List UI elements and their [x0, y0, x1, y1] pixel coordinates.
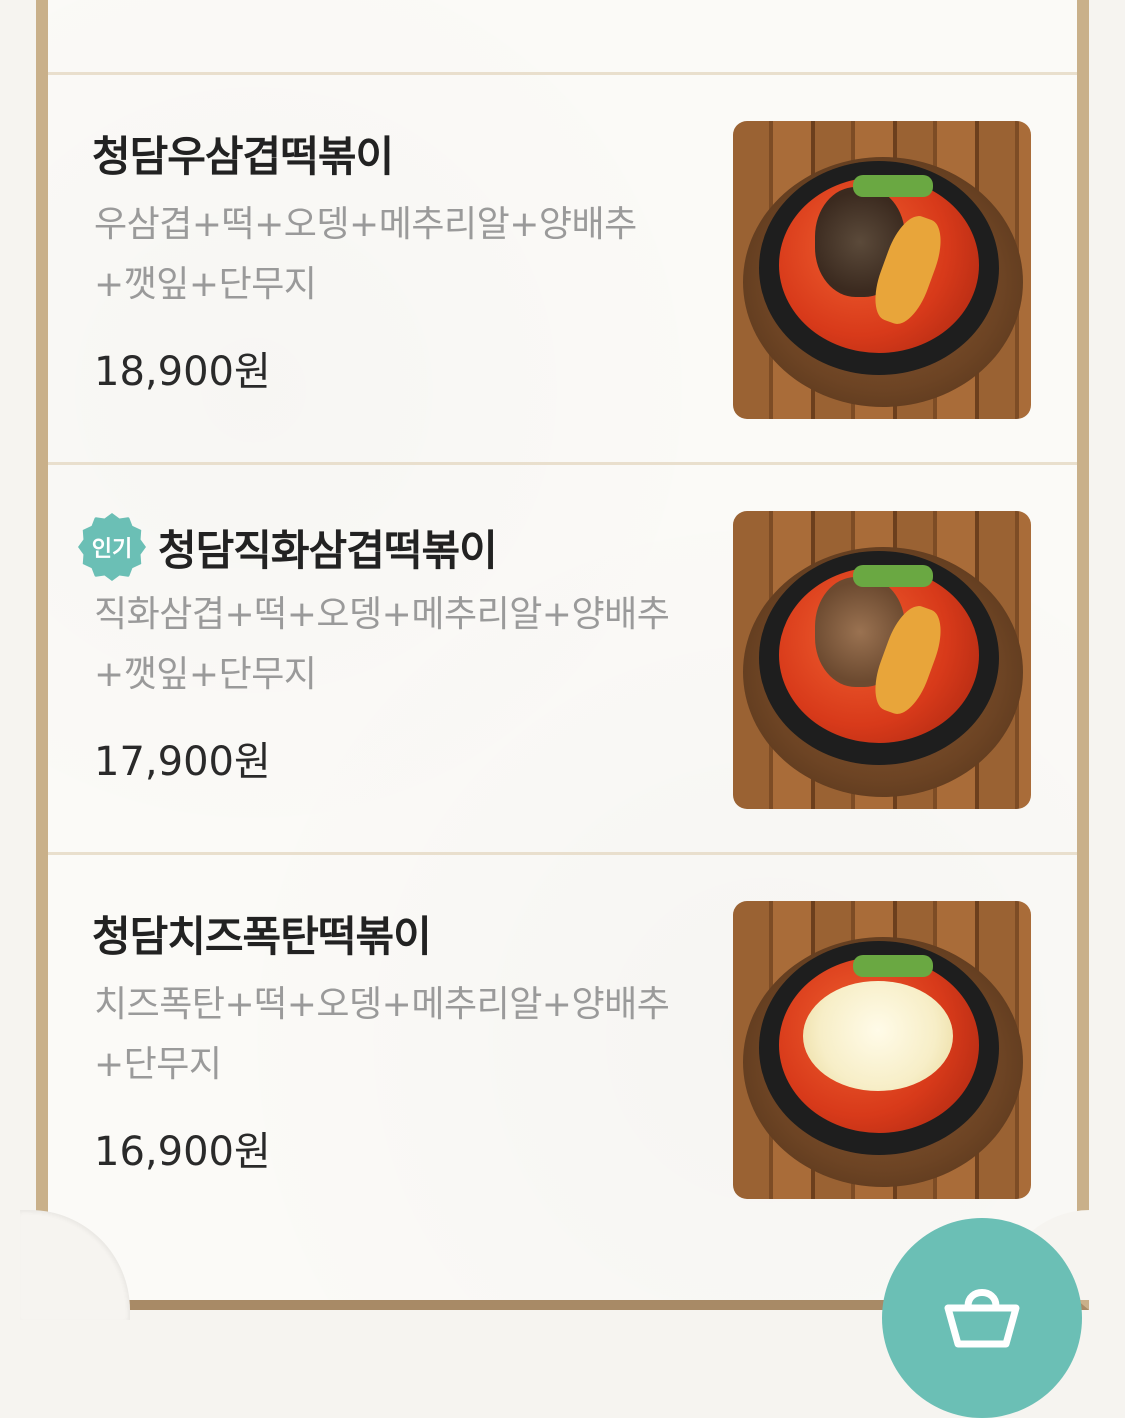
cart-button[interactable] — [882, 1218, 1082, 1418]
menu-item-image — [733, 901, 1031, 1199]
menu-item[interactable]: 청담우삼겹떡볶이 우삼겹+떡+오뎅+메추리알+양배추+깻잎+단무지 18,900… — [48, 75, 1077, 465]
menu-frame: 청담우삼겹떡볶이 우삼겹+떡+오뎅+메추리알+양배추+깻잎+단무지 18,900… — [36, 0, 1089, 1310]
menu-item-price: 17,900원 — [94, 739, 271, 785]
menu-item-name: 청담직화삼겹떡볶이 — [158, 525, 498, 575]
popular-badge: 인기 — [78, 513, 146, 581]
menu-item[interactable]: 청담치즈폭탄떡볶이 치즈폭탄+떡+오뎅+메추리알+양배추+단무지 16,900원 — [48, 855, 1077, 1245]
menu-item-price: 16,900원 — [94, 1129, 271, 1175]
menu-item-price: 18,900원 — [94, 349, 271, 395]
menu-item-title-row: 청담우삼겹떡볶이 — [92, 123, 394, 184]
menu-item-previous[interactable] — [48, 0, 1077, 75]
menu-item-image — [733, 511, 1031, 809]
menu-item-title-row: 인기 청담직화삼겹떡볶이 — [78, 513, 498, 581]
menu-item-description: 치즈폭탄+떡+오뎅+메추리알+양배추+단무지 — [94, 984, 670, 1085]
menu-item-description: 직화삼겹+떡+오뎅+메추리알+양배추+깻잎+단무지 — [94, 594, 670, 695]
basket-icon — [944, 1289, 1020, 1348]
menu-item-image — [733, 121, 1031, 419]
menu-item-description: 우삼겹+떡+오뎅+메추리알+양배추+깻잎+단무지 — [94, 204, 637, 305]
menu-item-title-row: 청담치즈폭탄떡볶이 — [92, 903, 432, 964]
menu-item-name: 청담치즈폭탄떡볶이 — [92, 912, 432, 961]
menu-item[interactable]: 인기 청담직화삼겹떡볶이 직화삼겹+떡+오뎅+메추리알+양배추+깻잎+단무지 1… — [48, 465, 1077, 855]
menu-item-name: 청담우삼겹떡볶이 — [92, 132, 394, 181]
